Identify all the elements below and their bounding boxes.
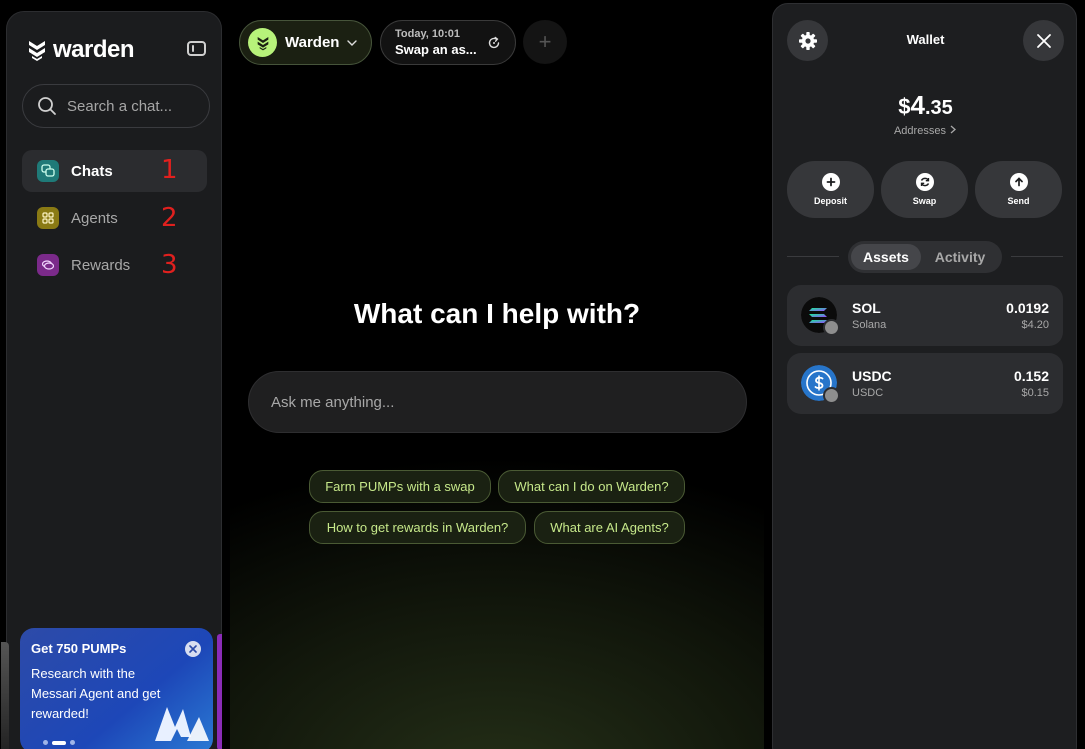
balance-integer: 4	[910, 90, 925, 120]
warden-agent-icon	[248, 28, 277, 57]
chevron-right-icon	[950, 125, 957, 134]
messari-logo-icon	[155, 707, 209, 741]
plus-circle-icon	[821, 173, 840, 191]
wallet-balance: $4.35	[773, 90, 1078, 121]
swap-button[interactable]: Swap	[881, 161, 968, 218]
asset-symbol: SOL	[852, 300, 881, 316]
asset-symbol: USDC	[852, 368, 892, 384]
divider	[787, 256, 839, 257]
refresh-icon[interactable]	[487, 36, 501, 50]
asset-amount: 0.152	[1013, 368, 1049, 384]
asset-amount: 0.0192	[1006, 300, 1049, 316]
current-chat-pill[interactable]: Today, 10:01 Swap an as...	[380, 20, 516, 65]
chat-bubbles-icon	[37, 160, 59, 182]
carousel-edge-right	[217, 634, 222, 749]
action-label: Swap	[912, 196, 937, 206]
annotation-label: 3	[161, 250, 178, 280]
annotation-label: 1	[161, 155, 178, 185]
carousel-dot[interactable]	[43, 740, 48, 745]
carousel-dot-active[interactable]	[52, 740, 66, 745]
action-label: Deposit	[813, 196, 847, 206]
chain-badge-icon	[823, 387, 840, 404]
agent-name: Warden	[285, 34, 340, 51]
sidebar-item-label: Chats	[71, 162, 113, 180]
action-label: Send	[1007, 196, 1030, 206]
wallet-tabs: Assets Activity	[848, 241, 1002, 273]
carousel-edge-left	[1, 642, 9, 749]
sidebar-item-label: Rewards	[71, 256, 131, 274]
chevron-down-icon	[347, 39, 358, 46]
close-icon	[1036, 33, 1051, 48]
addresses-label: Addresses	[893, 125, 946, 137]
sidebar: warden Search a chat... Chats Agents Rew…	[1, 11, 222, 749]
main-area: Warden Today, 10:01 Swap an as... + What…	[230, 0, 764, 749]
deposit-button[interactable]: Deposit	[787, 161, 874, 218]
tab-activity[interactable]: Activity	[921, 244, 999, 270]
warden-logo-icon	[29, 41, 45, 61]
balance-currency: $	[898, 94, 911, 119]
search-icon	[38, 97, 56, 115]
collapse-sidebar-icon[interactable]	[187, 41, 206, 56]
tab-assets[interactable]: Assets	[851, 244, 921, 270]
agent-selector[interactable]: Warden	[239, 20, 372, 65]
suggestion-chip[interactable]: How to get rewards in Warden?	[309, 511, 526, 544]
page-title: What can I help with?	[353, 298, 641, 329]
chain-badge-icon	[823, 319, 840, 336]
promo-card[interactable]: Get 750 PUMPs Research with the Messari …	[20, 628, 213, 749]
plus-icon: +	[538, 29, 552, 54]
suggestion-chip[interactable]: What are AI Agents?	[534, 511, 685, 544]
asset-row[interactable]: SOL Solana 0.0192 $4.20	[787, 285, 1063, 346]
asset-row[interactable]: USDC USDC 0.152 $0.15	[787, 353, 1063, 414]
new-chat-button[interactable]: +	[523, 20, 567, 64]
send-button[interactable]: Send	[975, 161, 1062, 218]
suggestion-chip[interactable]: What can I do on Warden?	[498, 470, 685, 503]
asset-usd-value: $4.20	[1021, 319, 1049, 331]
close-button[interactable]	[1023, 20, 1064, 61]
logo-text: warden	[53, 36, 135, 63]
wallet-panel: Wallet $4.35 Addresses Deposit Swap Send…	[772, 3, 1077, 749]
warden-logo[interactable]: warden	[27, 36, 135, 64]
search-input[interactable]: Search a chat...	[22, 84, 210, 128]
carousel-dot[interactable]	[70, 740, 75, 745]
asset-name: USDC	[852, 387, 884, 399]
promo-title: Get 750 PUMPs	[31, 641, 127, 656]
suggestion-chip[interactable]: Farm PUMPs with a swap	[309, 470, 491, 503]
sidebar-item-agents[interactable]: Agents	[22, 197, 207, 239]
sidebar-item-rewards[interactable]: Rewards	[22, 244, 207, 286]
asset-name: Solana	[852, 319, 887, 331]
sidebar-item-label: Agents	[71, 209, 118, 227]
arrow-up-icon	[1009, 173, 1028, 191]
search-placeholder: Search a chat...	[67, 97, 173, 115]
divider	[1011, 256, 1063, 257]
annotation-label: 2	[161, 203, 178, 233]
carousel-dots[interactable]	[43, 740, 75, 745]
coins-icon	[37, 254, 59, 276]
asset-usd-value: $0.15	[1021, 387, 1049, 399]
grid-icon	[37, 207, 59, 229]
balance-decimal: .35	[924, 97, 953, 119]
addresses-link[interactable]: Addresses	[773, 125, 1078, 137]
sidebar-item-chats[interactable]: Chats	[22, 150, 207, 192]
close-icon[interactable]	[185, 641, 201, 657]
chat-input[interactable]: Ask me anything...	[248, 371, 747, 433]
chat-input-placeholder: Ask me anything...	[271, 393, 395, 411]
swap-icon	[915, 173, 934, 191]
